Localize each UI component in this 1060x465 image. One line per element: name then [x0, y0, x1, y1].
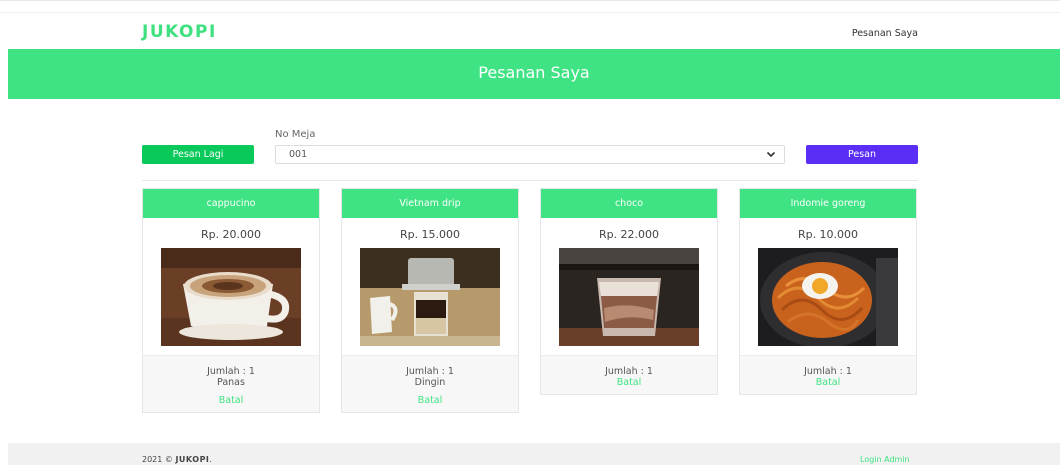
navbar: JUKOPI Pesanan Saya [0, 12, 1060, 49]
chevron-down-icon [766, 147, 776, 164]
card-price: Rp. 15.000 [399, 228, 461, 241]
footer: 2021 © JUKOPI. Login Admin [8, 443, 1060, 465]
card-title: Vietnam drip [342, 189, 518, 218]
copyright: 2021 © JUKOPI. [142, 455, 212, 464]
indomie-image [758, 248, 898, 346]
top-border [0, 0, 1060, 1]
meja-select-value: 001 [289, 149, 308, 160]
card-footer: Jumlah : 1 Panas Batal [143, 355, 319, 412]
card-footer: Jumlah : 1 Batal [541, 355, 717, 394]
order-card-cappucino: cappucino Rp. 20.000 Jumlah : 1 Panas Ba… [142, 188, 320, 413]
card-title: Indomie goreng [740, 189, 916, 218]
choco-image [559, 248, 699, 346]
order-card-choco: choco Rp. 22.000 Jumlah : 1 Batal [540, 188, 718, 395]
card-price: Rp. 22.000 [598, 228, 660, 241]
order-card-vietnam-drip: Vietnam drip Rp. 15.000 Jumlah : 1 Dingi… [341, 188, 519, 413]
pesan-button[interactable]: Pesan [806, 145, 918, 164]
nav-link-pesanan-saya[interactable]: Pesanan Saya [830, 28, 918, 39]
card-jumlah: Jumlah : 1 [804, 366, 852, 377]
card-title: choco [541, 189, 717, 218]
batal-link[interactable]: Batal [740, 377, 916, 388]
copyright-brand: JUKOPI [175, 455, 210, 464]
card-option: Dingin [414, 377, 446, 388]
order-card-indomie-goreng: Indomie goreng Rp. 10.000 Jumlah : 1 Bat… [739, 188, 917, 395]
card-price: Rp. 20.000 [200, 228, 262, 241]
card-footer: Jumlah : 1 Batal [740, 355, 916, 394]
batal-link[interactable]: Batal [342, 395, 518, 406]
meja-select[interactable]: 001 [275, 145, 785, 164]
cappuccino-image [161, 248, 301, 346]
meja-label: No Meja [275, 129, 316, 140]
vietnam-drip-image [360, 248, 500, 346]
login-admin-link[interactable]: Login Admin [860, 455, 910, 464]
card-option: Panas [217, 377, 245, 388]
copyright-suffix: . [209, 455, 212, 464]
copyright-prefix: 2021 © [142, 455, 176, 464]
card-jumlah: Jumlah : 1 [207, 366, 255, 377]
card-jumlah: Jumlah : 1 [605, 366, 653, 377]
brand-logo[interactable]: JUKOPI [142, 22, 217, 42]
pesan-lagi-button[interactable]: Pesan Lagi [142, 145, 254, 164]
card-price: Rp. 10.000 [797, 228, 859, 241]
page-banner: Pesanan Saya [8, 49, 1060, 99]
card-title: cappucino [143, 189, 319, 218]
divider [142, 180, 918, 181]
batal-link[interactable]: Batal [541, 377, 717, 388]
card-footer: Jumlah : 1 Dingin Batal [342, 355, 518, 412]
card-jumlah: Jumlah : 1 [406, 366, 454, 377]
page-title: Pesanan Saya [478, 63, 590, 82]
batal-link[interactable]: Batal [143, 395, 319, 406]
